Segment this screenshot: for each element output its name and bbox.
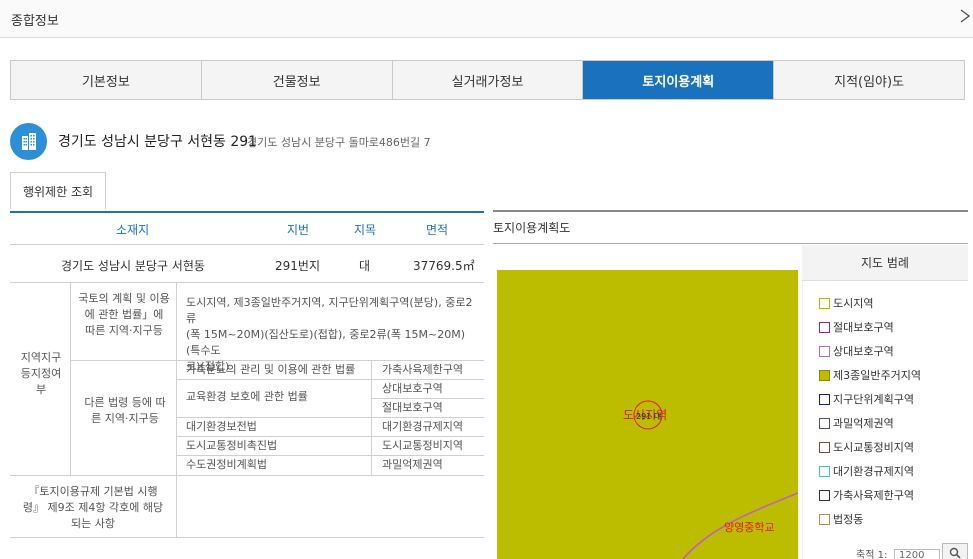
legend-item: 법정동 [819,511,863,527]
map-canvas[interactable]: 도시지역 291 대 양영중학교 [493,245,802,559]
legend-swatch [819,297,830,309]
legend-label: 제3종일반주거지역 [833,369,921,382]
law-name: 도시교통정비촉진법 [186,439,278,452]
col-category: 지목 [354,223,377,237]
legend-item: 도시지역 [819,295,873,311]
road-address: 경기도 성남시 분당구 돌마로486번길 7 [247,136,431,149]
window-titlebar: 종합정보 [0,0,973,38]
legend-item: 과밀억제권역 [819,415,894,431]
school-label: 양영중학교 [724,521,775,534]
zone-label: 지역지구등지정여부 [20,351,62,396]
building-icon [10,123,47,160]
legend-item: 제3종일반주거지역 [819,367,921,383]
land-table-header: 소재지 지번 지목 면적 [10,211,484,245]
lot-address: 경기도 성남시 분당구 서현동 291 [58,134,258,150]
zone-name: 절대보호구역 [382,401,443,414]
col-lot-no: 지번 [287,223,310,237]
law-name: 교육환경 보호에 관한 법률 [186,390,308,403]
col-location: 소재지 [116,223,150,237]
legend-item: 절대보호구역 [819,319,894,335]
legend-title: 지도 범례 [802,245,968,281]
tab-transaction-price[interactable]: 실거래가정보 [392,61,584,99]
close-icon[interactable] [959,8,973,28]
zone-name: 과밀억제권역 [382,458,443,471]
other-law-label: 다른 법령 등에 따른 지역·지구등 [84,396,166,425]
tab-basic-info[interactable]: 기본정보 [11,61,202,99]
cell-lot-no: 291번지 [275,259,320,273]
cell-location: 경기도 성남시 분당구 서현동 [61,259,205,273]
zone-designation-table: 지역지구등지정여부 국토의 계획 및 이용에 관한 법률」에 따른 지역·지구등… [10,283,484,476]
legend-label: 상대보호구역 [833,345,894,358]
parcel-label: 291 대 [636,412,661,421]
legend-swatch [819,321,830,333]
map-section-header: 토지이용계획도 [493,210,968,244]
map-title: 토지이용계획도 [493,221,571,235]
cell-category: 대 [359,259,371,273]
legend-swatch [819,369,830,381]
scale-search-button[interactable] [942,543,968,559]
legend-item: 도시교통정비지역 [819,439,914,455]
map-legend: 도시지역 절대보호구역 상대보호구역 제3종일반주거지역 지구단위계획구역 과밀… [802,281,968,559]
regulation-footnote-row: 『토지이용규제 기본법 시행령』 제9조 제4항 각호에 해당되는 사항 [10,476,484,538]
legend-item: 대기환경규제지역 [819,463,914,479]
restriction-lookup-button[interactable]: 행위제한 조회 [10,172,106,209]
legend-label: 도시지역 [833,297,874,310]
tab-cadastral-map[interactable]: 지적(임야)도 [774,61,964,99]
zone-name: 가축사육제한구역 [382,363,463,376]
regulation-footnote: 『토지이용규제 기본법 시행령』 제9조 제4항 각호에 해당되는 사항 [22,485,164,530]
window-title: 종합정보 [11,14,59,29]
legend-label: 법정동 [833,513,864,526]
law-name: 대기환경보전법 [186,420,257,433]
tab-land-use-plan[interactable]: 토지이용계획 [583,61,775,99]
zone-name: 대기환경규제지역 [382,420,463,433]
zone-name: 도시교통정비지역 [382,439,463,452]
legend-item: 가축사육제한구역 [819,487,914,503]
legend-label: 절대보호구역 [833,321,894,334]
legend-swatch [819,345,830,357]
scale-input[interactable]: 1200 [894,549,940,559]
legend-item: 지구단위계획구역 [819,391,914,407]
national-law-label: 국토의 계획 및 이용에 관한 법률」에 따른 지역·지구등 [78,292,170,337]
tab-building-info[interactable]: 건물정보 [201,61,393,99]
legend-swatch [819,417,830,429]
legend-swatch [819,513,830,525]
legend-swatch [819,465,830,477]
legend-swatch [819,393,830,405]
cell-area: 37769.5㎡ [413,259,475,273]
legend-label: 도시교통정비지역 [833,441,914,454]
search-icon [949,547,961,559]
national-zones-line: 도시지역, 제3종일반주거지역, 지구단위계획구역(분당), 중로2류 [186,296,473,325]
legend-swatch [819,489,830,501]
legend-label: 지구단위계획구역 [833,393,914,406]
legend-label: 과밀억제권역 [833,417,894,430]
col-area: 면적 [426,223,449,237]
legend-label: 대기환경규제지역 [833,465,914,478]
legend-item: 상대보호구역 [819,343,894,359]
law-name: 가축분뇨의 관리 및 이용에 관한 법률 [186,363,356,376]
legend-label: 가축사육제한구역 [833,489,914,502]
table-row: 경기도 성남시 분당구 서현동 291번지 대 37769.5㎡ [10,245,484,283]
scale-label: 축적 1: [856,550,888,559]
zone-name: 상대보호구역 [382,382,443,395]
national-zones-line: (폭 15M~20M)(집산도로)(접합), 중로2류(폭 15M~20M)(특… [186,328,466,357]
legend-swatch [819,441,830,453]
law-name: 수도권정비계획법 [186,458,267,471]
info-tabs: 기본정보 건물정보 실거래가정보 토지이용계획 지적(임야)도 [10,60,965,100]
